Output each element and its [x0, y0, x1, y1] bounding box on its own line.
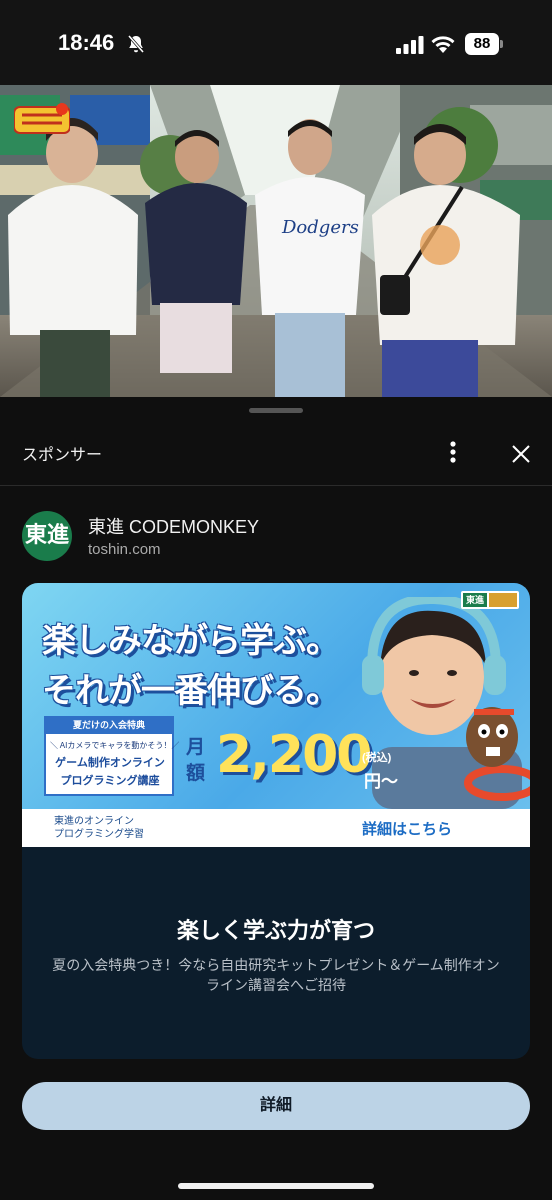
- svg-text:Dodgers: Dodgers: [281, 217, 359, 238]
- status-time: 18:46: [58, 30, 115, 55]
- sheet-header: スポンサー: [0, 427, 552, 479]
- ad-banner[interactable]: 東進 楽しみながら学ぶ。 それが一番伸びる。 夏だけの入会特典 ＼ AIカメラで…: [22, 583, 530, 847]
- status-bar: 18:46 88: [0, 0, 552, 85]
- banner-footer: 東進のオンライン プログラミング学習 詳細はこちら: [22, 809, 530, 847]
- banner-headline-1: 楽しみながら学ぶ。: [42, 621, 340, 661]
- sponsor-sheet: スポンサー 東進 東進 CODEMONKEY toshin.com 東進 楽しみ…: [0, 397, 552, 1200]
- wifi-icon: [431, 36, 455, 53]
- ad-card[interactable]: 東進 楽しみながら学ぶ。 それが一番伸びる。 夏だけの入会特典 ＼ AIカメラで…: [22, 583, 530, 1059]
- yen-unit: 円〜: [364, 772, 398, 791]
- details-button[interactable]: 詳細: [22, 1082, 530, 1130]
- banner-headline-2: それが一番伸びる。: [42, 671, 340, 711]
- cellular-signal-icon: [396, 36, 424, 54]
- more-vertical-icon[interactable]: [440, 437, 466, 467]
- price: 2,200: [216, 725, 372, 785]
- header-divider: [0, 485, 552, 486]
- battery-tip: [500, 40, 503, 48]
- promo-line-2: プログラミング講座: [60, 775, 160, 787]
- footer-left-line-1: 東進のオンライン: [54, 816, 134, 827]
- battery-level: 88: [465, 33, 499, 55]
- drag-handle[interactable]: [249, 408, 303, 413]
- banner-footer-left: 東進のオンライン プログラミング学習: [54, 815, 174, 841]
- advertiser-row[interactable]: 東進 東進 CODEMONKEY toshin.com: [22, 509, 532, 565]
- ad-description: 夏の入会特典つき！今なら自由研究キットプレゼント＆ゲーム制作オンライン講習会へご…: [52, 957, 500, 993]
- advertiser-name: 東進 CODEMONKEY: [88, 517, 260, 537]
- promo-box: 夏だけの入会特典 ＼ AIカメラでキャラを動かそう！／ ゲーム制作オンライン プ…: [44, 716, 180, 796]
- battery-icon: 88: [465, 33, 503, 55]
- brand-badge: 東進: [461, 591, 519, 609]
- home-indicator[interactable]: [178, 1183, 374, 1189]
- promo-line-1: ゲーム制作オンライン: [55, 757, 165, 769]
- bell-slash-icon: [127, 35, 145, 53]
- promo-tab: 夏だけの入会特典: [44, 716, 174, 734]
- footer-left-line-2: プログラミング学習: [54, 829, 144, 840]
- video-player[interactable]: Dodgers: [0, 85, 552, 397]
- promo-sub: ＼ AIカメラでキャラを動かそう！／: [50, 741, 180, 750]
- codemonkey-logo-icon: [489, 593, 517, 607]
- sponsor-label: スポンサー: [22, 447, 103, 464]
- ad-title: 楽しく学ぶ力が育つ: [176, 918, 375, 943]
- close-icon[interactable]: [506, 439, 536, 469]
- advertiser-domain: toshin.com: [88, 541, 161, 558]
- brand-badge-text: 東進: [463, 593, 487, 607]
- show-logo-icon: [14, 103, 70, 134]
- details-link[interactable]: 詳細はこちら: [362, 818, 452, 839]
- advertiser-logo: 東進: [22, 511, 72, 561]
- monthly-label: 月額: [186, 737, 206, 784]
- tax-note: (税込): [362, 752, 392, 764]
- video-frame: Dodgers: [0, 85, 552, 397]
